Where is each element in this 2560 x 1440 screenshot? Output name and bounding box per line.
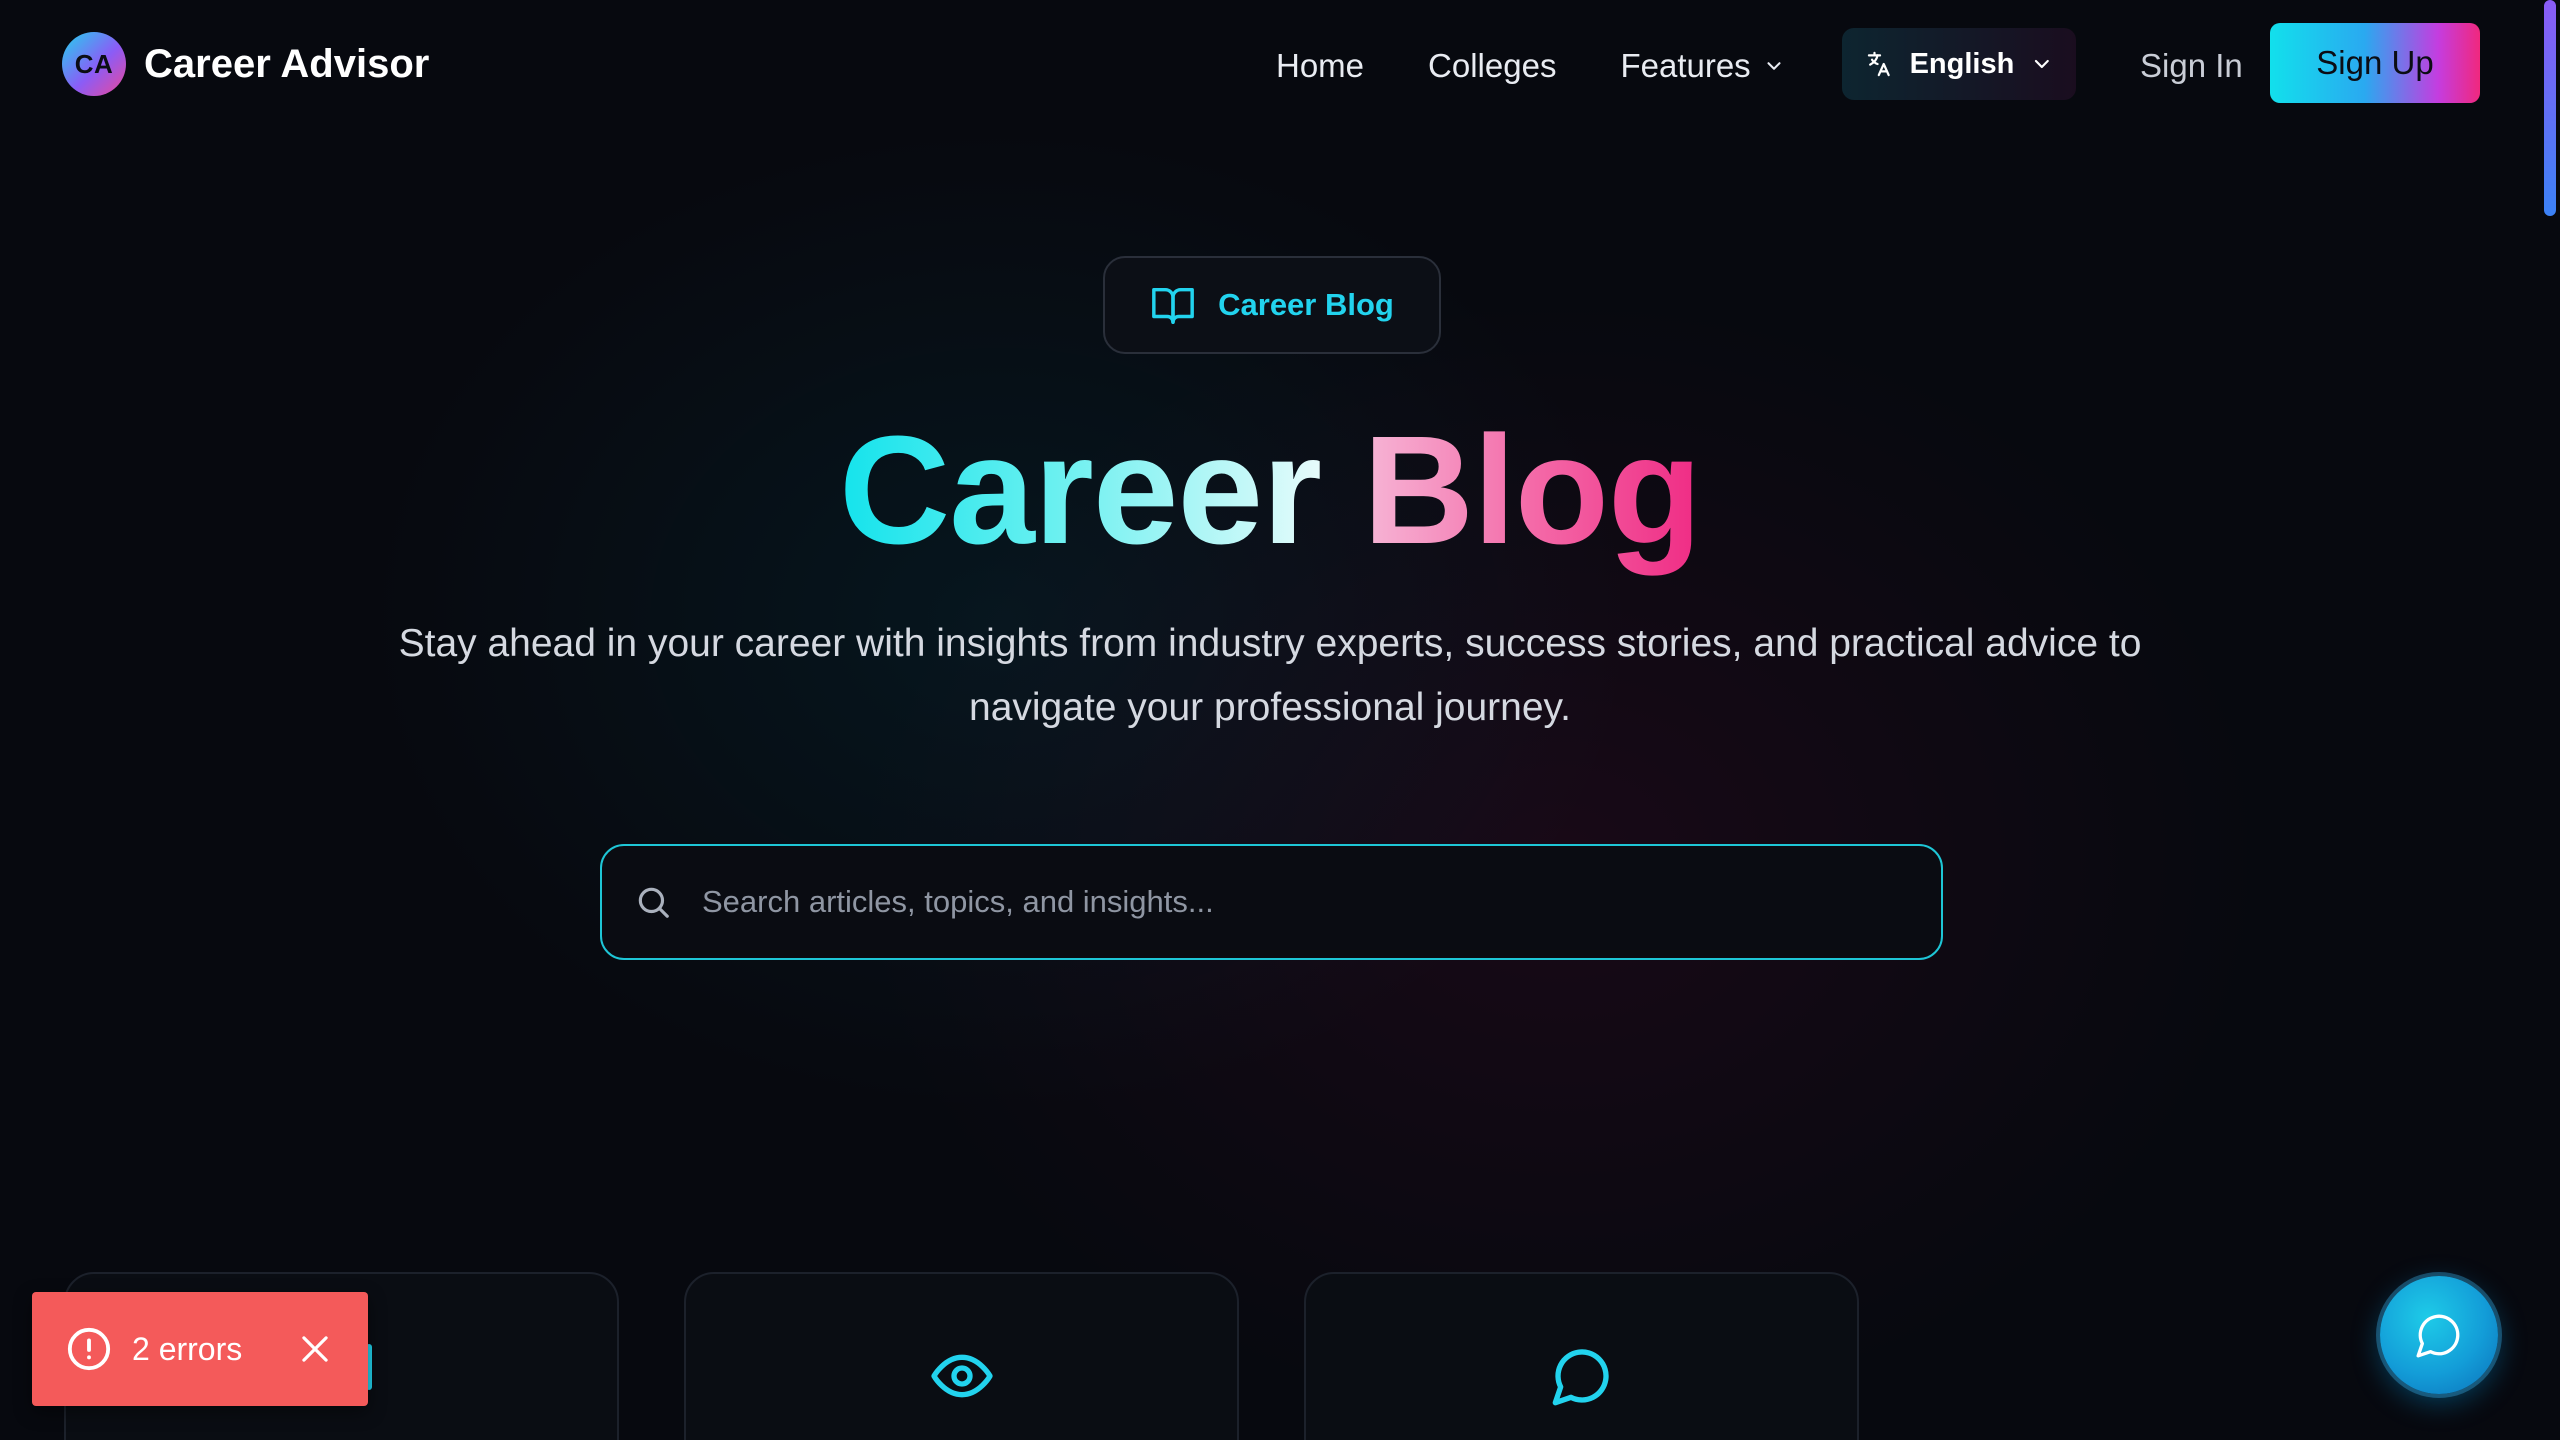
nav-features-dropdown[interactable]: Features bbox=[1620, 36, 1784, 96]
search-bar bbox=[600, 844, 1943, 960]
book-open-icon bbox=[1152, 287, 1195, 324]
page-title: Career Blog bbox=[0, 400, 2540, 580]
nav-colleges[interactable]: Colleges bbox=[1428, 36, 1556, 96]
brand-link[interactable]: CA Career Advisor bbox=[62, 32, 429, 96]
eye-icon bbox=[930, 1354, 993, 1398]
language-selector[interactable]: English bbox=[1842, 28, 2076, 100]
title-part-1: Career bbox=[839, 404, 1322, 576]
badge-label: Career Blog bbox=[1218, 287, 1394, 322]
stat-card bbox=[1304, 1272, 1859, 1440]
sign-up-label: Sign Up bbox=[2316, 44, 2434, 81]
brand-logo-text: CA bbox=[74, 48, 114, 79]
nav-home[interactable]: Home bbox=[1276, 36, 1364, 96]
sign-in-link[interactable]: Sign In bbox=[2140, 36, 2243, 96]
career-blog-badge: Career Blog bbox=[1103, 256, 1441, 354]
chevron-down-icon bbox=[1767, 62, 1781, 70]
search-icon bbox=[638, 887, 669, 918]
hero-subtitle: Stay ahead in your career with insights … bbox=[398, 622, 2142, 729]
message-circle-icon bbox=[2416, 1314, 2460, 1358]
title-part-2: Blog bbox=[1362, 404, 1702, 576]
scrollbar-track[interactable] bbox=[2540, 0, 2560, 1440]
brand-name: Career Advisor bbox=[144, 41, 430, 86]
error-toast[interactable]: 2 errors bbox=[32, 1292, 368, 1406]
chevron-down-icon bbox=[2035, 59, 2050, 69]
chat-button[interactable] bbox=[2380, 1276, 2498, 1394]
nav-links: Home Colleges Features bbox=[1276, 36, 1785, 96]
stat-card bbox=[684, 1272, 1239, 1440]
close-toast-button[interactable] bbox=[296, 1330, 334, 1368]
nav-features-label: Features bbox=[1620, 47, 1751, 84]
translate-icon bbox=[1867, 51, 1890, 77]
message-circle-icon bbox=[1552, 1349, 1609, 1406]
brand-logo: CA bbox=[62, 32, 126, 96]
close-icon bbox=[302, 1336, 328, 1362]
error-count-label: 2 errors bbox=[132, 1330, 243, 1367]
scrollbar-thumb[interactable] bbox=[2544, 0, 2556, 216]
alert-circle-icon bbox=[67, 1327, 111, 1371]
navbar: CA Career Advisor Home Colleges Features… bbox=[0, 0, 2540, 130]
search-input[interactable] bbox=[700, 883, 1909, 921]
language-label: English bbox=[1909, 47, 2015, 80]
page: CA Career Advisor Home Colleges Features… bbox=[0, 0, 2560, 1440]
sign-up-button[interactable]: Sign Up bbox=[2270, 23, 2480, 103]
